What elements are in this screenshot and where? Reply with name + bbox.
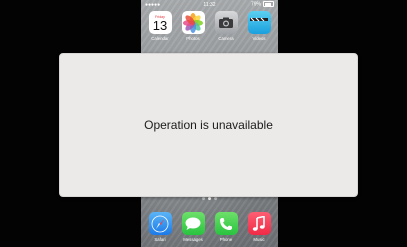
app-label: Videos (252, 36, 266, 41)
app-phone[interactable]: Phone (211, 212, 241, 242)
music-icon (247, 212, 271, 235)
app-label: Messages (183, 237, 203, 242)
dock: Safari Messages Phone Music (145, 212, 274, 242)
camera-icon (214, 11, 238, 34)
app-calendar[interactable]: Friday 13 Calendar (145, 11, 175, 41)
app-photos[interactable]: Photos (178, 11, 208, 41)
app-label: Music (253, 237, 265, 242)
app-label: Safari (154, 237, 166, 242)
app-camera[interactable]: Camera (211, 11, 241, 41)
app-videos[interactable]: Videos (244, 11, 274, 41)
app-label: Calendar (151, 36, 169, 41)
status-bar: ●●●●● 11:32 79% (141, 0, 278, 9)
page-dot (202, 197, 205, 200)
app-label: Photos (186, 36, 200, 41)
app-safari[interactable]: Safari (145, 212, 175, 242)
calendar-icon: Friday 13 (148, 11, 172, 34)
status-time: 11:32 (203, 1, 216, 8)
page-dot (214, 197, 217, 200)
videos-icon (247, 11, 271, 34)
app-messages[interactable]: Messages (178, 212, 208, 242)
photos-icon (181, 11, 205, 34)
app-label: Phone (219, 237, 233, 242)
unavailable-dialog[interactable]: Operation is unavailable (59, 53, 358, 197)
messages-icon (181, 212, 205, 235)
dialog-message: Operation is unavailable (144, 118, 273, 132)
page-indicator (141, 197, 278, 200)
app-row: Friday 13 Calendar Photos Camera Videos (145, 11, 274, 41)
safari-icon (148, 212, 172, 235)
app-label: Camera (218, 36, 234, 41)
page-dot (208, 197, 211, 200)
phone-icon (214, 212, 238, 235)
app-music[interactable]: Music (244, 212, 274, 242)
battery-icon (263, 1, 274, 8)
